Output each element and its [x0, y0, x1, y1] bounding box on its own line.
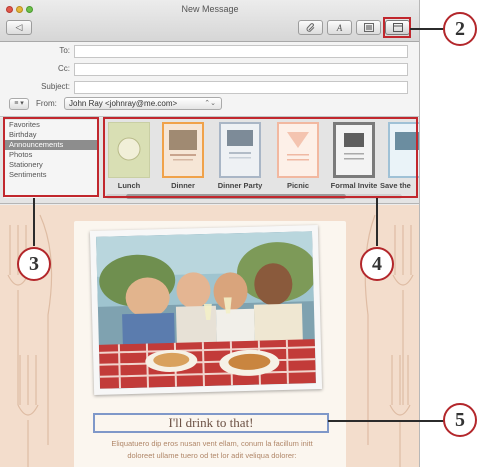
from-select[interactable]: John Ray <johnray@me.com> ⌃⌄ — [64, 97, 222, 110]
to-row: To: — [0, 45, 419, 58]
callout-4: 4 — [360, 247, 394, 281]
cc-field[interactable] — [74, 63, 408, 76]
mail-window: New Message ◁ A To: Cc: Subject: ≡ ▾ Fro… — [0, 0, 420, 467]
body-line: doloreet ullame tuero od tet lor adit ve… — [127, 451, 297, 460]
from-value: John Ray <johnray@me.com> — [69, 99, 178, 108]
paperclip-icon — [306, 22, 314, 32]
subject-label: Subject: — [41, 82, 70, 91]
callout-2: 2 — [443, 12, 477, 46]
window-title: New Message — [181, 4, 239, 14]
subject-field[interactable] — [74, 81, 408, 94]
photo-icon — [363, 23, 374, 32]
send-button[interactable]: ◁ — [6, 20, 32, 35]
select-arrows-icon: ⌃⌄ — [204, 100, 216, 107]
highlight-template-button — [383, 17, 411, 38]
highlight-template-thumbnails — [103, 117, 418, 198]
callout-line — [410, 28, 444, 30]
callout-line — [33, 198, 35, 246]
cc-label: Cc: — [58, 64, 70, 73]
subject-row: Subject: — [0, 81, 419, 94]
callout-3: 3 — [17, 247, 51, 281]
photo-browser-button[interactable] — [356, 20, 381, 35]
friends-toasting-photo-icon — [96, 231, 316, 389]
callout-5: 5 — [443, 403, 477, 437]
cc-row: Cc: — [0, 63, 419, 76]
body-line: Eliquatuero dip eros nusan vent ellam, c… — [111, 439, 313, 448]
format-button[interactable]: A — [327, 20, 352, 35]
message-photo[interactable] — [89, 225, 323, 395]
attach-button[interactable] — [298, 20, 323, 35]
callout-line — [376, 198, 378, 246]
to-field[interactable] — [74, 45, 408, 58]
highlight-category-list — [3, 117, 99, 197]
callout-line — [328, 420, 444, 422]
caption-text-field[interactable]: I'll drink to that! — [93, 413, 329, 433]
to-label: To: — [59, 46, 70, 55]
title-bar: New Message ◁ A — [0, 0, 419, 42]
header-fields-menu[interactable]: ≡ ▾ — [9, 98, 29, 110]
message-headers: To: Cc: Subject: ≡ ▾ From: John Ray <joh… — [0, 42, 419, 117]
send-icon: ◁ — [15, 22, 23, 32]
message-body-text[interactable]: Eliquatuero dip eros nusan vent ellam, c… — [86, 438, 338, 462]
from-label: From: — [36, 99, 57, 108]
from-row: ≡ ▾ From: John Ray <johnray@me.com> ⌃⌄ — [0, 97, 419, 111]
format-icon: A — [336, 22, 343, 33]
photo-image — [96, 231, 316, 389]
